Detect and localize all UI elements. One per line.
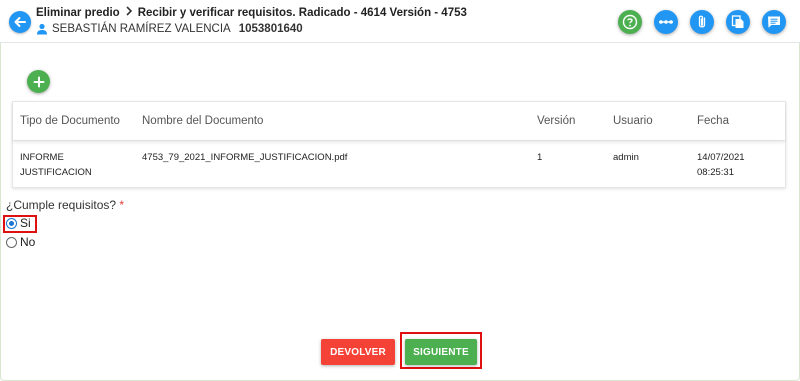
question-label: ¿Cumple requisitos? * bbox=[6, 198, 124, 212]
column-header-version[interactable]: Versión bbox=[537, 115, 575, 127]
person-icon bbox=[37, 23, 47, 35]
add-document-button[interactable] bbox=[27, 70, 50, 93]
breadcrumb-item-task: Recibir y verificar requisitos. Radicado… bbox=[137, 6, 467, 19]
radio-label-no: No bbox=[20, 235, 36, 249]
radio-selected[interactable] bbox=[6, 217, 17, 229]
table-header: Tipo de Documento Nombre del Documento V… bbox=[13, 102, 785, 141]
cell-fecha: 14/07/2021 08:25:31 bbox=[697, 150, 745, 180]
copy-button[interactable] bbox=[726, 10, 750, 34]
column-header-nombre[interactable]: Nombre del Documento bbox=[142, 115, 263, 127]
cell-fecha-date: 14/07/2021 bbox=[697, 152, 745, 163]
radio-option-si[interactable]: Si bbox=[6, 216, 31, 230]
flow-icon bbox=[659, 20, 673, 24]
help-button[interactable] bbox=[618, 10, 642, 34]
copy-icon bbox=[731, 15, 744, 28]
breadcrumb-item-process[interactable]: Eliminar predio bbox=[36, 7, 120, 19]
chevron-right-icon bbox=[125, 6, 133, 19]
radio-label-si: Si bbox=[20, 216, 31, 230]
back-button[interactable] bbox=[9, 11, 31, 33]
page-frame bbox=[0, 0, 800, 381]
devolver-button[interactable]: DEVOLVER bbox=[321, 339, 395, 365]
breadcrumb: Eliminar predio Recibir y verificar requ… bbox=[36, 6, 467, 19]
cell-tipo-line1: INFORME bbox=[20, 152, 64, 163]
cell-usuario: admin bbox=[613, 152, 639, 163]
attachment-button[interactable] bbox=[690, 10, 714, 34]
column-header-usuario[interactable]: Usuario bbox=[613, 115, 653, 127]
siguiente-button[interactable]: SIGUIENTE bbox=[405, 339, 477, 365]
toolbar bbox=[618, 10, 786, 34]
cell-nombre[interactable]: 4753_79_2021_INFORME_JUSTIFICACION.pdf bbox=[142, 150, 347, 165]
comments-button[interactable] bbox=[762, 10, 786, 34]
attachment-icon bbox=[698, 15, 706, 28]
plus-icon bbox=[33, 76, 44, 87]
required-mark: * bbox=[119, 198, 125, 212]
radio-option-no[interactable]: No bbox=[6, 235, 35, 249]
cell-tipo: INFORME JUSTIFICACION bbox=[20, 150, 92, 180]
cell-version: 1 bbox=[537, 152, 543, 163]
arrow-left-icon bbox=[14, 17, 26, 27]
help-icon bbox=[622, 14, 638, 30]
radio-unselected[interactable] bbox=[6, 236, 17, 248]
question-text: ¿Cumple requisitos? bbox=[6, 198, 117, 212]
documents-table: Tipo de Documento Nombre del Documento V… bbox=[12, 101, 786, 188]
flow-button[interactable] bbox=[654, 10, 678, 34]
column-header-fecha[interactable]: Fecha bbox=[697, 115, 729, 127]
user-name: SEBASTIÁN RAMÍREZ VALENCIA bbox=[52, 23, 231, 35]
comments-icon bbox=[768, 16, 780, 28]
column-header-tipo[interactable]: Tipo de Documento bbox=[20, 115, 120, 127]
user-document-number: 1053801640 bbox=[238, 23, 303, 35]
cell-fecha-time: 08:25:31 bbox=[697, 167, 734, 178]
cell-tipo-line2: JUSTIFICACION bbox=[20, 167, 92, 178]
header-bar: Eliminar predio Recibir y verificar requ… bbox=[0, 0, 800, 43]
user-line: SEBASTIÁN RAMÍREZ VALENCIA 1053801640 bbox=[36, 23, 303, 35]
